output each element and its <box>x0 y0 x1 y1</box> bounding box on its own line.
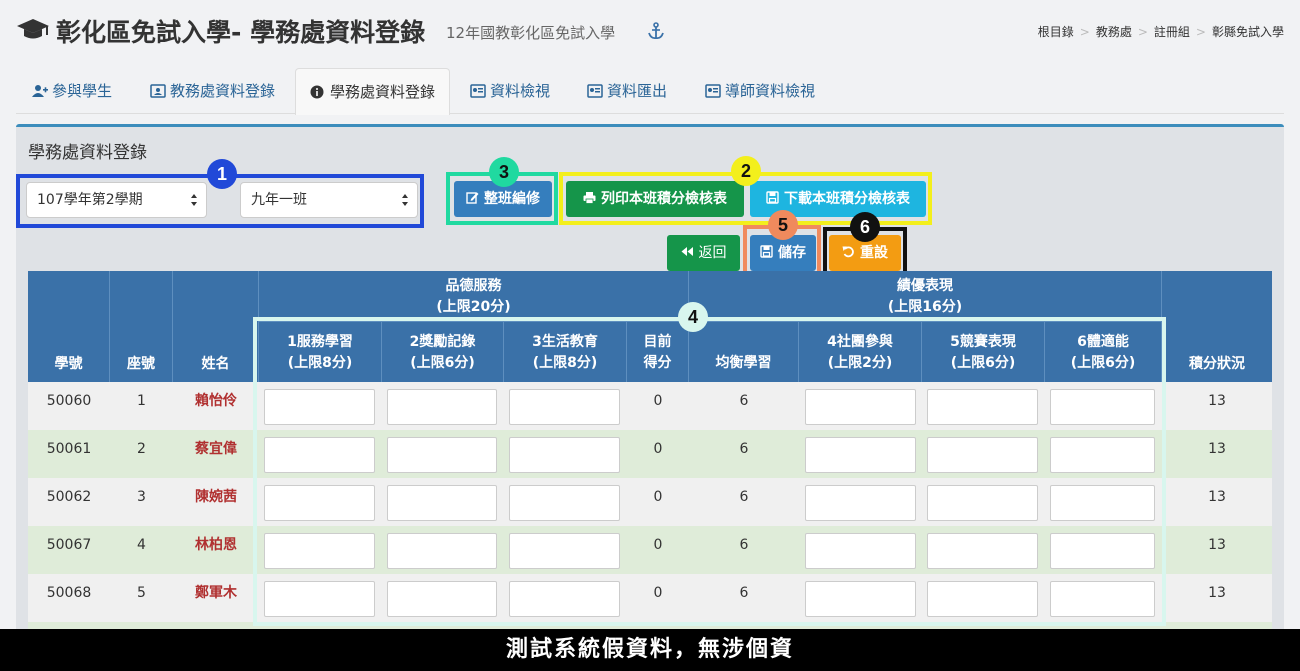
breadcrumb-root[interactable]: 根目錄 <box>1038 25 1074 39</box>
col-header-student-id: 學號 <box>28 271 110 382</box>
breadcrumb-separator: > <box>1195 25 1206 39</box>
edit-class-label: 整班編修 <box>484 191 540 207</box>
print-sheet-button[interactable]: 列印本班積分檢核表 <box>566 181 744 217</box>
select-arrows-icon <box>402 194 408 206</box>
class-select-value: 九年一班 <box>251 192 307 208</box>
breadcrumb-academic-office[interactable]: 教務處 <box>1096 25 1132 39</box>
step-badge-4: 4 <box>678 302 708 332</box>
tab-label: 導師資料檢視 <box>725 82 816 100</box>
breadcrumb-current: 彰縣免試入學 <box>1211 25 1284 39</box>
cell-student-id: 50067 <box>46 537 92 553</box>
tab-label: 參與學生 <box>52 82 113 100</box>
step-badge-6: 6 <box>850 212 880 242</box>
save-icon <box>760 245 773 258</box>
cell-name[interactable]: 鄭軍木 <box>173 574 259 622</box>
col-header-seat: 座號 <box>110 271 173 382</box>
cell-name[interactable]: 賴怡伶 <box>173 382 259 430</box>
page-title: 彰化區免試入學- 學務處資料登錄 <box>56 18 426 47</box>
cell-name[interactable]: 蔡宜偉 <box>173 430 259 478</box>
tab-academic-entry[interactable]: 教務處資料登錄 <box>136 68 289 114</box>
download-sheet-label: 下載本班積分檢核表 <box>784 191 910 207</box>
save-button[interactable]: 儲存 <box>750 235 816 271</box>
highlight-box-4 <box>253 317 1166 626</box>
cell-name[interactable]: 陳婉茜 <box>173 478 259 526</box>
breadcrumb: 根目錄 > 教務處 > 註冊組 > 彰縣免試入學 <box>1038 23 1284 40</box>
cell-seat: 5 <box>137 585 146 601</box>
tab-students[interactable]: 參與學生 <box>18 68 126 114</box>
nav-tabs: 參與學生 教務處資料登錄 學務處資料登錄 資料檢視 資料匯出 導師資料檢視 <box>16 68 1284 115</box>
semester-select[interactable]: 107學年第2學期 <box>26 182 207 218</box>
graduation-cap-icon <box>17 19 49 39</box>
breadcrumb-separator: > <box>1079 25 1090 39</box>
tab-label: 教務處資料登錄 <box>170 82 276 100</box>
cell-status: 13 <box>1208 537 1226 553</box>
step-badge-3: 3 <box>489 157 519 187</box>
print-icon <box>583 192 596 204</box>
backward-icon <box>681 247 693 256</box>
group-header-excellence: 績優表現 (上限16分) <box>689 271 1162 321</box>
cell-name[interactable]: 林柏恩 <box>173 526 259 574</box>
anchor-icon[interactable] <box>648 22 664 40</box>
cell-status: 13 <box>1208 441 1226 457</box>
id-card-icon <box>470 84 486 98</box>
cell-seat: 3 <box>137 489 146 505</box>
cell-student-id: 50068 <box>46 585 92 601</box>
info-circle-icon <box>310 85 324 99</box>
page-header: 彰化區免試入學- 學務處資料登錄 12年國教彰化區免試入學 根目錄 > 教務處 > 註冊… <box>0 0 1300 62</box>
group-header-excellence-title: 績優表現 <box>897 278 953 294</box>
cell-student-id: 50060 <box>46 393 92 409</box>
cell-seat: 2 <box>137 441 146 457</box>
undo-icon <box>842 246 854 258</box>
id-card-icon <box>587 84 603 98</box>
group-header-service: 品德服務 (上限20分) <box>259 271 689 321</box>
id-card-icon <box>705 84 721 98</box>
class-select[interactable]: 九年一班 <box>240 182 418 218</box>
cell-student-id: 50061 <box>46 441 92 457</box>
cell-status: 13 <box>1208 585 1226 601</box>
tab-label: 資料匯出 <box>607 82 668 100</box>
save-icon <box>766 191 779 204</box>
group-header-service-title: 品德服務 <box>445 278 502 294</box>
group-header-excellence-limit: (上限16分) <box>887 299 963 315</box>
step-badge-2: 2 <box>731 156 761 186</box>
semester-select-value: 107學年第2學期 <box>37 192 143 208</box>
group-header-service-limit: (上限20分) <box>436 299 511 315</box>
id-card-icon <box>150 84 166 98</box>
step-badge-1: 1 <box>207 159 237 189</box>
cell-student-id: 50062 <box>46 489 92 505</box>
edit-icon <box>466 192 479 204</box>
col-header-name: 姓名 <box>173 271 259 382</box>
reset-label: 重設 <box>860 245 888 261</box>
test-data-banner: 測試系統假資料，無涉個資 <box>0 629 1300 671</box>
tab-label: 資料檢視 <box>490 82 551 100</box>
print-sheet-label: 列印本班積分檢核表 <box>601 191 727 207</box>
cell-status: 13 <box>1208 393 1226 409</box>
back-label: 返回 <box>698 245 727 261</box>
user-plus-icon <box>32 85 48 97</box>
cell-seat: 4 <box>137 537 146 553</box>
back-button[interactable]: 返回 <box>667 235 740 271</box>
page-subtitle: 12年國教彰化區免試入學 <box>446 24 616 42</box>
panel-title: 學務處資料登錄 <box>28 143 147 163</box>
tab-data-export[interactable]: 資料匯出 <box>573 68 681 114</box>
breadcrumb-registration[interactable]: 註冊組 <box>1154 25 1190 39</box>
step-badge-5: 5 <box>768 210 798 240</box>
col-header-status: 積分狀況 <box>1162 271 1272 382</box>
cell-seat: 1 <box>137 393 146 409</box>
breadcrumb-separator: > <box>1137 25 1148 39</box>
select-arrows-icon <box>191 194 197 206</box>
tab-data-view[interactable]: 資料檢視 <box>456 68 564 114</box>
cell-status: 13 <box>1208 489 1226 505</box>
tab-student-affairs-entry[interactable]: 學務處資料登錄 <box>295 68 451 115</box>
tab-teacher-view[interactable]: 導師資料檢視 <box>691 68 829 114</box>
tab-label: 學務處資料登錄 <box>330 83 436 101</box>
save-label: 儲存 <box>778 245 806 261</box>
